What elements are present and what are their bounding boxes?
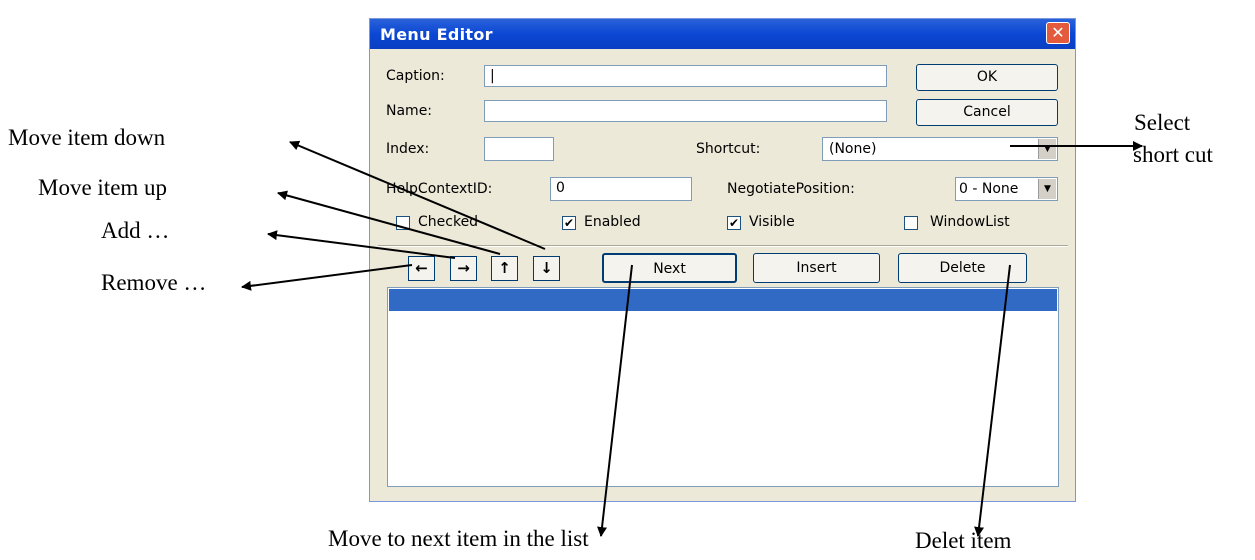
arrow-move-up bbox=[277, 190, 501, 255]
arrow-next-item bbox=[597, 264, 633, 537]
arrow-delete-item bbox=[974, 264, 1011, 537]
arrow-add bbox=[267, 230, 456, 259]
annotation-arrows bbox=[241, 140, 1143, 537]
arrow-remove bbox=[241, 264, 413, 291]
arrow-move-down bbox=[289, 140, 546, 250]
